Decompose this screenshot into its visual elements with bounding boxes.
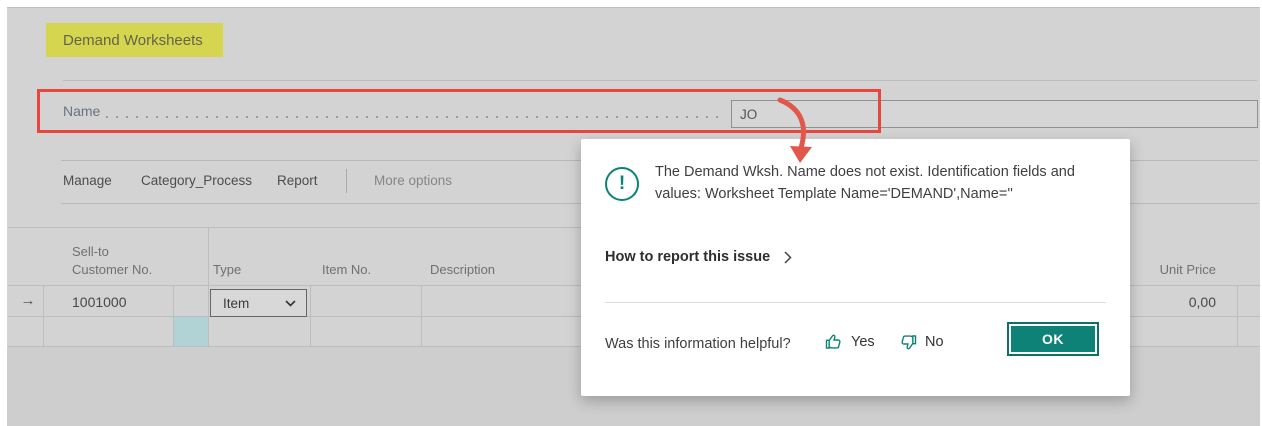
type-dropdown-value: Item: [223, 296, 285, 311]
column-header-sell-to-line2[interactable]: Customer No.: [72, 262, 152, 277]
how-to-report-label: How to report this issue: [605, 249, 770, 265]
chevron-right-icon: [784, 251, 792, 264]
type-dropdown[interactable]: Item: [210, 289, 307, 317]
alert-circle-icon: !: [605, 167, 639, 201]
grid-line: [208, 227, 209, 346]
name-field-label: Name: [63, 103, 100, 119]
title-divider: [63, 80, 1257, 81]
more-options-button[interactable]: More options: [374, 173, 452, 188]
ok-button[interactable]: OK: [1007, 322, 1099, 356]
grid-line: [1237, 285, 1238, 346]
grid-line: [421, 285, 422, 346]
menu-divider: [346, 169, 347, 193]
demand-worksheets-screen: Demand Worksheets Name Manage Category_P…: [0, 0, 1262, 426]
column-header-unit-price[interactable]: Unit Price: [1130, 262, 1216, 277]
helpful-yes-button[interactable]: Yes: [824, 332, 875, 352]
dialog-message: The Demand Wksh. Name does not exist. Id…: [655, 162, 1101, 205]
chevron-down-icon: [285, 300, 296, 307]
menu-item-category-process[interactable]: Category_Process: [141, 173, 252, 188]
thumbs-down-icon: [898, 332, 918, 352]
dialog-divider: [605, 302, 1106, 303]
helpful-prompt: Was this information helpful?: [605, 336, 791, 352]
table-top-border: [8, 227, 581, 228]
grid-line: [310, 285, 311, 346]
helpful-no-label: No: [925, 334, 944, 350]
menu-item-manage[interactable]: Manage: [63, 173, 112, 188]
alert-glyph: !: [619, 173, 625, 195]
selected-cell[interactable]: [174, 317, 208, 346]
error-dialog: ! The Demand Wksh. Name does not exist. …: [581, 139, 1130, 396]
column-header-item-no[interactable]: Item No.: [322, 262, 371, 277]
cell-unit-price[interactable]: 0,00: [1130, 294, 1216, 310]
cell-sell-to-customer-no[interactable]: 1001000: [72, 294, 127, 310]
how-to-report-link[interactable]: How to report this issue: [605, 249, 792, 265]
column-header-type[interactable]: Type: [213, 262, 241, 277]
page-title-label: Demand Worksheets: [63, 32, 203, 49]
helpful-no-button[interactable]: No: [898, 332, 944, 352]
helpful-yes-label: Yes: [851, 334, 875, 350]
menu-item-report[interactable]: Report: [277, 173, 318, 188]
name-input[interactable]: [731, 100, 1258, 128]
name-field-dotted-leader: [106, 116, 722, 118]
page-title: Demand Worksheets: [46, 23, 223, 57]
thumbs-up-icon: [824, 332, 844, 352]
current-row-indicator-icon: →: [12, 292, 44, 309]
column-header-sell-to-line1[interactable]: Sell-to: [72, 244, 109, 259]
column-header-description[interactable]: Description: [430, 262, 495, 277]
